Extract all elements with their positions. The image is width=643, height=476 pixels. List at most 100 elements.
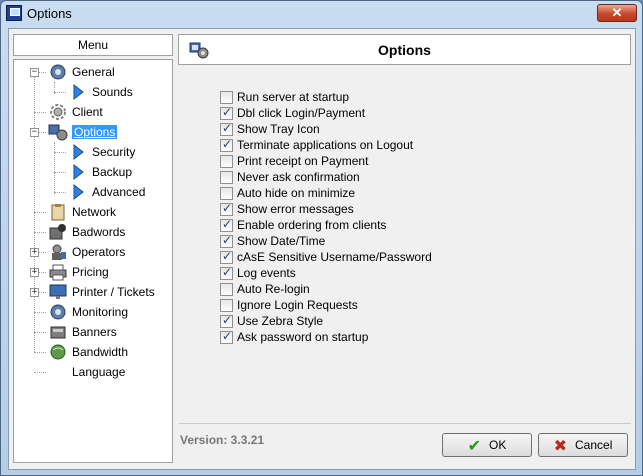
option-label: Use Zebra Style <box>237 314 324 328</box>
arrow-icon <box>68 83 88 101</box>
tree-item-client[interactable]: Client <box>48 102 103 122</box>
menu-header: Menu <box>13 34 173 56</box>
option-row[interactable]: Auto Re-login <box>220 281 432 297</box>
window-title: Options <box>27 6 72 21</box>
tree-expander-printer-tickets[interactable]: + <box>30 288 39 297</box>
option-checkbox[interactable] <box>220 121 233 136</box>
option-row[interactable]: Ignore Login Requests <box>220 297 432 313</box>
tree-expander-general[interactable]: − <box>30 68 39 77</box>
option-row[interactable]: Show Date/Time <box>220 233 432 249</box>
cancel-button[interactable]: ✖ Cancel <box>538 433 628 457</box>
option-checkbox[interactable] <box>220 249 233 264</box>
clipboard-icon <box>48 203 68 221</box>
option-row[interactable]: Run server at startup <box>220 89 432 105</box>
option-row[interactable]: Ask password on startup <box>220 329 432 345</box>
tree-item-monitoring[interactable]: Monitoring <box>48 302 128 322</box>
tree-item-label: Pricing <box>72 265 109 279</box>
footer-divider <box>179 423 631 424</box>
tree-item-bandwidth[interactable]: Bandwidth <box>48 342 128 362</box>
tree-item-label: Monitoring <box>72 305 129 319</box>
option-checkbox[interactable] <box>220 105 233 120</box>
option-checkbox[interactable] <box>220 201 233 216</box>
tree-item-language[interactable]: Language <box>48 362 125 382</box>
option-row[interactable]: Terminate applications on Logout <box>220 137 432 153</box>
panel-header: Options <box>178 34 631 65</box>
option-label: Print receipt on Payment <box>237 154 369 168</box>
option-label: Dbl click Login/Payment <box>237 106 366 120</box>
option-row[interactable]: Show Tray Icon <box>220 121 432 137</box>
option-label: Auto hide on minimize <box>237 186 356 200</box>
option-checkbox[interactable] <box>220 282 233 296</box>
tree-expander-pricing[interactable]: + <box>30 268 39 277</box>
option-row[interactable]: cAsE Sensitive Username/Password <box>220 249 432 265</box>
tree-item-label: Advanced <box>92 185 146 199</box>
options-window: Options ✕ Menu − General Sounds Client − Opti… <box>0 0 643 476</box>
tree-item-label: Bandwidth <box>72 345 129 359</box>
option-checkbox[interactable] <box>220 217 233 232</box>
option-checkbox[interactable] <box>220 186 233 200</box>
option-row[interactable]: Dbl click Login/Payment <box>220 105 432 121</box>
globe-gear-icon <box>48 63 68 81</box>
tree-item-security[interactable]: Security <box>68 142 135 162</box>
tree-item-label: Backup <box>92 165 133 179</box>
option-label: Show Tray Icon <box>237 122 320 136</box>
tree-item-backup[interactable]: Backup <box>68 162 132 182</box>
close-button[interactable]: ✕ <box>597 4 637 22</box>
menu-tree[interactable]: − General Sounds Client − Options Security Back… <box>13 59 173 463</box>
option-label: Show error messages <box>237 202 354 216</box>
close-icon: ✕ <box>611 5 623 20</box>
option-checkbox[interactable] <box>220 90 233 104</box>
cross-icon: ✖ <box>553 435 568 455</box>
cancel-label: Cancel <box>575 438 613 452</box>
option-checkbox[interactable] <box>220 329 233 344</box>
tree-expander-operators[interactable]: + <box>30 248 39 257</box>
option-row[interactable]: Log events <box>220 265 432 281</box>
globe-icon <box>48 343 68 361</box>
option-row[interactable]: Use Zebra Style <box>220 313 432 329</box>
tree-item-advanced[interactable]: Advanced <box>68 182 145 202</box>
app-icon <box>6 5 22 21</box>
checkmark-icon: ✔ <box>467 435 482 455</box>
tree-item-label: Badwords <box>72 225 126 239</box>
option-label: Show Date/Time <box>237 234 326 248</box>
option-row[interactable]: Never ask confirmation <box>220 169 432 185</box>
option-label: cAsE Sensitive Username/Password <box>237 250 432 264</box>
arrow-icon <box>68 163 88 181</box>
tree-item-general[interactable]: General <box>48 62 115 82</box>
tree-item-printer-tickets[interactable]: Printer / Tickets <box>48 282 155 302</box>
tree-item-options[interactable]: Options <box>48 122 118 142</box>
option-checkbox[interactable] <box>220 265 233 280</box>
tree-expander-options[interactable]: − <box>30 128 39 137</box>
option-row[interactable]: Show error messages <box>220 201 432 217</box>
tree-item-label: Banners <box>72 325 117 339</box>
tree-item-operators[interactable]: Operators <box>48 242 125 262</box>
panel-title: Options <box>378 42 431 58</box>
banners-icon <box>48 323 68 341</box>
option-row[interactable]: Print receipt on Payment <box>220 153 432 169</box>
tree-item-label: Language <box>72 365 126 379</box>
gear-icon <box>48 103 68 121</box>
printer-icon <box>48 263 68 281</box>
tree-item-sounds[interactable]: Sounds <box>68 82 133 102</box>
ok-button[interactable]: ✔ OK <box>442 433 532 457</box>
tree-item-label: Client <box>72 105 103 119</box>
option-row[interactable]: Auto hide on minimize <box>220 185 432 201</box>
option-row[interactable]: Enable ordering from clients <box>220 217 432 233</box>
option-checkbox[interactable] <box>220 298 233 312</box>
option-checkbox[interactable] <box>220 313 233 328</box>
option-label: Terminate applications on Logout <box>237 138 414 152</box>
arrow-icon <box>68 183 88 201</box>
tree-item-network[interactable]: Network <box>48 202 116 222</box>
option-checkbox[interactable] <box>220 170 233 184</box>
title-bar[interactable]: Options ✕ <box>1 1 642 27</box>
tree-item-label: General <box>72 65 115 79</box>
version-label: Version: 3.3.21 <box>180 433 265 447</box>
option-label: Ignore Login Requests <box>237 298 358 312</box>
tree-item-badwords[interactable]: Badwords <box>48 222 125 242</box>
option-checkbox[interactable] <box>220 154 233 168</box>
tree-item-pricing[interactable]: Pricing <box>48 262 109 282</box>
tree-item-banners[interactable]: Banners <box>48 322 117 342</box>
option-checkbox[interactable] <box>220 137 233 152</box>
tree-item-label: Sounds <box>92 85 133 99</box>
option-checkbox[interactable] <box>220 233 233 248</box>
